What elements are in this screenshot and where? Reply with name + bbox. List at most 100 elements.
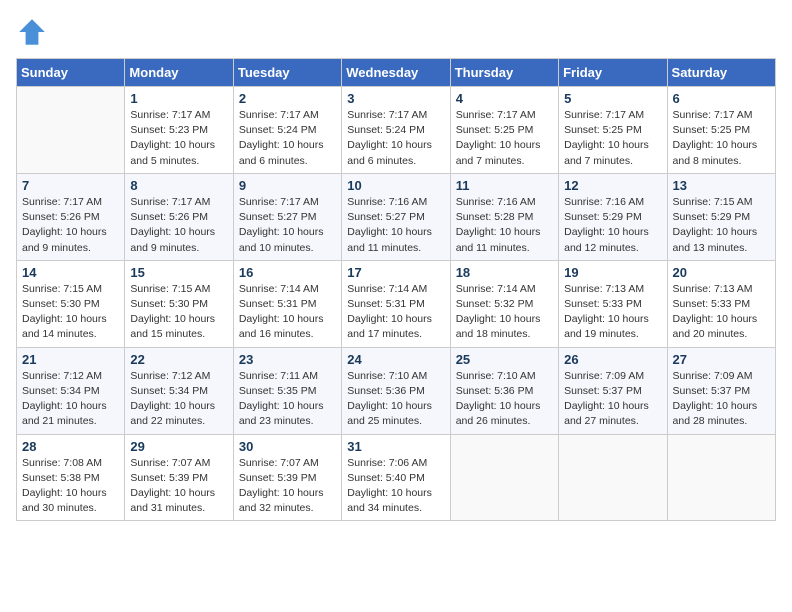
calendar-cell: 29Sunrise: 7:07 AM Sunset: 5:39 PM Dayli… bbox=[125, 434, 233, 521]
day-number: 5 bbox=[564, 91, 661, 106]
cell-content: Sunrise: 7:14 AM Sunset: 5:31 PM Dayligh… bbox=[347, 282, 444, 343]
day-number: 10 bbox=[347, 178, 444, 193]
day-number: 21 bbox=[22, 352, 119, 367]
cell-content: Sunrise: 7:15 AM Sunset: 5:30 PM Dayligh… bbox=[130, 282, 227, 343]
calendar-cell: 17Sunrise: 7:14 AM Sunset: 5:31 PM Dayli… bbox=[342, 260, 450, 347]
day-number: 25 bbox=[456, 352, 553, 367]
day-header-thursday: Thursday bbox=[450, 59, 558, 87]
calendar-cell: 15 Sunrise: 7:15 AM Sunset: 5:30 PM Dayli… bbox=[125, 260, 233, 347]
calendar-cell: 13 Sunrise: 7:15 AM Sunset: 5:29 PM Dayli… bbox=[667, 173, 775, 260]
day-number: 12 bbox=[564, 178, 661, 193]
day-number: 27 bbox=[673, 352, 770, 367]
calendar-cell: 5 Sunrise: 7:17 AM Sunset: 5:25 PM Daylig… bbox=[559, 87, 667, 174]
calendar-cell: 23Sunrise: 7:11 AM Sunset: 5:35 PM Dayli… bbox=[233, 347, 341, 434]
calendar-cell: 20 Sunrise: 7:13 AM Sunset: 5:33 PM Dayli… bbox=[667, 260, 775, 347]
day-number: 11 bbox=[456, 178, 553, 193]
calendar-cell: 1 Sunrise: 7:17 AM Sunset: 5:23 PM Daylig… bbox=[125, 87, 233, 174]
day-number: 14 bbox=[22, 265, 119, 280]
calendar-week-1: 1 Sunrise: 7:17 AM Sunset: 5:23 PM Daylig… bbox=[17, 87, 776, 174]
cell-content: Sunrise: 7:10 AM Sunset: 5:36 PM Dayligh… bbox=[347, 369, 444, 430]
calendar-week-2: 7 Sunrise: 7:17 AM Sunset: 5:26 PM Daylig… bbox=[17, 173, 776, 260]
logo bbox=[16, 16, 52, 48]
cell-content: Sunrise: 7:16 AM Sunset: 5:29 PM Dayligh… bbox=[564, 195, 661, 256]
day-number: 6 bbox=[673, 91, 770, 106]
calendar-cell: 12 Sunrise: 7:16 AM Sunset: 5:29 PM Dayli… bbox=[559, 173, 667, 260]
day-number: 30 bbox=[239, 439, 336, 454]
day-number: 7 bbox=[22, 178, 119, 193]
day-number: 29 bbox=[130, 439, 227, 454]
calendar-cell: 16 Sunrise: 7:14 AM Sunset: 5:31 PM Dayli… bbox=[233, 260, 341, 347]
day-number: 3 bbox=[347, 91, 444, 106]
cell-content: Sunrise: 7:12 AM Sunset: 5:34 PM Dayligh… bbox=[22, 369, 119, 430]
calendar-cell: 4 Sunrise: 7:17 AM Sunset: 5:25 PM Daylig… bbox=[450, 87, 558, 174]
day-number: 22 bbox=[130, 352, 227, 367]
calendar-week-4: 21 Sunrise: 7:12 AM Sunset: 5:34 PM Dayli… bbox=[17, 347, 776, 434]
calendar-cell: 6 Sunrise: 7:17 AM Sunset: 5:25 PM Daylig… bbox=[667, 87, 775, 174]
cell-content: Sunrise: 7:16 AM Sunset: 5:27 PM Dayligh… bbox=[347, 195, 444, 256]
day-number: 15 bbox=[130, 265, 227, 280]
day-number: 9 bbox=[239, 178, 336, 193]
cell-content: Sunrise: 7:17 AM Sunset: 5:26 PM Dayligh… bbox=[130, 195, 227, 256]
cell-content: Sunrise: 7:10 AM Sunset: 5:36 PM Dayligh… bbox=[456, 369, 553, 430]
cell-content: Sunrise: 7:15 AM Sunset: 5:29 PM Dayligh… bbox=[673, 195, 770, 256]
cell-content: Sunrise: 7:13 AM Sunset: 5:33 PM Dayligh… bbox=[564, 282, 661, 343]
cell-content: Sunrise: 7:09 AM Sunset: 5:37 PM Dayligh… bbox=[564, 369, 661, 430]
day-number: 18 bbox=[456, 265, 553, 280]
calendar-cell bbox=[667, 434, 775, 521]
cell-content: Sunrise: 7:12 AM Sunset: 5:34 PM Dayligh… bbox=[130, 369, 227, 430]
cell-content: Sunrise: 7:06 AM Sunset: 5:40 PM Dayligh… bbox=[347, 456, 444, 517]
cell-content: Sunrise: 7:17 AM Sunset: 5:24 PM Dayligh… bbox=[239, 108, 336, 169]
day-number: 2 bbox=[239, 91, 336, 106]
cell-content: Sunrise: 7:16 AM Sunset: 5:28 PM Dayligh… bbox=[456, 195, 553, 256]
cell-content: Sunrise: 7:17 AM Sunset: 5:24 PM Dayligh… bbox=[347, 108, 444, 169]
calendar-cell bbox=[17, 87, 125, 174]
day-number: 24 bbox=[347, 352, 444, 367]
cell-content: Sunrise: 7:15 AM Sunset: 5:30 PM Dayligh… bbox=[22, 282, 119, 343]
cell-content: Sunrise: 7:11 AM Sunset: 5:35 PM Dayligh… bbox=[239, 369, 336, 430]
calendar-cell: 7 Sunrise: 7:17 AM Sunset: 5:26 PM Daylig… bbox=[17, 173, 125, 260]
cell-content: Sunrise: 7:17 AM Sunset: 5:25 PM Dayligh… bbox=[673, 108, 770, 169]
cell-content: Sunrise: 7:14 AM Sunset: 5:32 PM Dayligh… bbox=[456, 282, 553, 343]
calendar-cell: 10 Sunrise: 7:16 AM Sunset: 5:27 PM Dayli… bbox=[342, 173, 450, 260]
cell-content: Sunrise: 7:17 AM Sunset: 5:27 PM Dayligh… bbox=[239, 195, 336, 256]
calendar-cell bbox=[450, 434, 558, 521]
day-number: 8 bbox=[130, 178, 227, 193]
calendar-cell: 30 Sunrise: 7:07 AM Sunset: 5:39 PM Dayli… bbox=[233, 434, 341, 521]
calendar-cell: 24 Sunrise: 7:10 AM Sunset: 5:36 PM Dayli… bbox=[342, 347, 450, 434]
calendar-cell: 27 Sunrise: 7:09 AM Sunset: 5:37 PM Dayli… bbox=[667, 347, 775, 434]
day-number: 19 bbox=[564, 265, 661, 280]
day-number: 1 bbox=[130, 91, 227, 106]
cell-content: Sunrise: 7:07 AM Sunset: 5:39 PM Dayligh… bbox=[239, 456, 336, 517]
calendar-cell: 26 Sunrise: 7:09 AM Sunset: 5:37 PM Dayli… bbox=[559, 347, 667, 434]
calendar-cell: 18 Sunrise: 7:14 AM Sunset: 5:32 PM Dayli… bbox=[450, 260, 558, 347]
cell-content: Sunrise: 7:09 AM Sunset: 5:37 PM Dayligh… bbox=[673, 369, 770, 430]
calendar-week-5: 28 Sunrise: 7:08 AM Sunset: 5:38 PM Dayli… bbox=[17, 434, 776, 521]
cell-content: Sunrise: 7:17 AM Sunset: 5:25 PM Dayligh… bbox=[564, 108, 661, 169]
cell-content: Sunrise: 7:17 AM Sunset: 5:26 PM Dayligh… bbox=[22, 195, 119, 256]
day-header-wednesday: Wednesday bbox=[342, 59, 450, 87]
cell-content: Sunrise: 7:08 AM Sunset: 5:38 PM Dayligh… bbox=[22, 456, 119, 517]
calendar-table: SundayMondayTuesdayWednesdayThursdayFrid… bbox=[16, 58, 776, 521]
calendar-cell: 28 Sunrise: 7:08 AM Sunset: 5:38 PM Dayli… bbox=[17, 434, 125, 521]
page-header bbox=[16, 16, 776, 48]
cell-content: Sunrise: 7:17 AM Sunset: 5:25 PM Dayligh… bbox=[456, 108, 553, 169]
day-number: 26 bbox=[564, 352, 661, 367]
logo-icon bbox=[16, 16, 48, 48]
day-number: 28 bbox=[22, 439, 119, 454]
day-number: 20 bbox=[673, 265, 770, 280]
cell-content: Sunrise: 7:13 AM Sunset: 5:33 PM Dayligh… bbox=[673, 282, 770, 343]
calendar-week-3: 14 Sunrise: 7:15 AM Sunset: 5:30 PM Dayli… bbox=[17, 260, 776, 347]
calendar-cell: 8 Sunrise: 7:17 AM Sunset: 5:26 PM Daylig… bbox=[125, 173, 233, 260]
calendar-cell: 19 Sunrise: 7:13 AM Sunset: 5:33 PM Dayli… bbox=[559, 260, 667, 347]
day-number: 16 bbox=[239, 265, 336, 280]
day-header-monday: Monday bbox=[125, 59, 233, 87]
day-number: 13 bbox=[673, 178, 770, 193]
calendar-cell: 9 Sunrise: 7:17 AM Sunset: 5:27 PM Daylig… bbox=[233, 173, 341, 260]
calendar-cell: 3 Sunrise: 7:17 AM Sunset: 5:24 PM Daylig… bbox=[342, 87, 450, 174]
calendar-cell: 25 Sunrise: 7:10 AM Sunset: 5:36 PM Dayli… bbox=[450, 347, 558, 434]
day-number: 4 bbox=[456, 91, 553, 106]
cell-content: Sunrise: 7:14 AM Sunset: 5:31 PM Dayligh… bbox=[239, 282, 336, 343]
cell-content: Sunrise: 7:17 AM Sunset: 5:23 PM Dayligh… bbox=[130, 108, 227, 169]
day-header-tuesday: Tuesday bbox=[233, 59, 341, 87]
calendar-cell bbox=[559, 434, 667, 521]
